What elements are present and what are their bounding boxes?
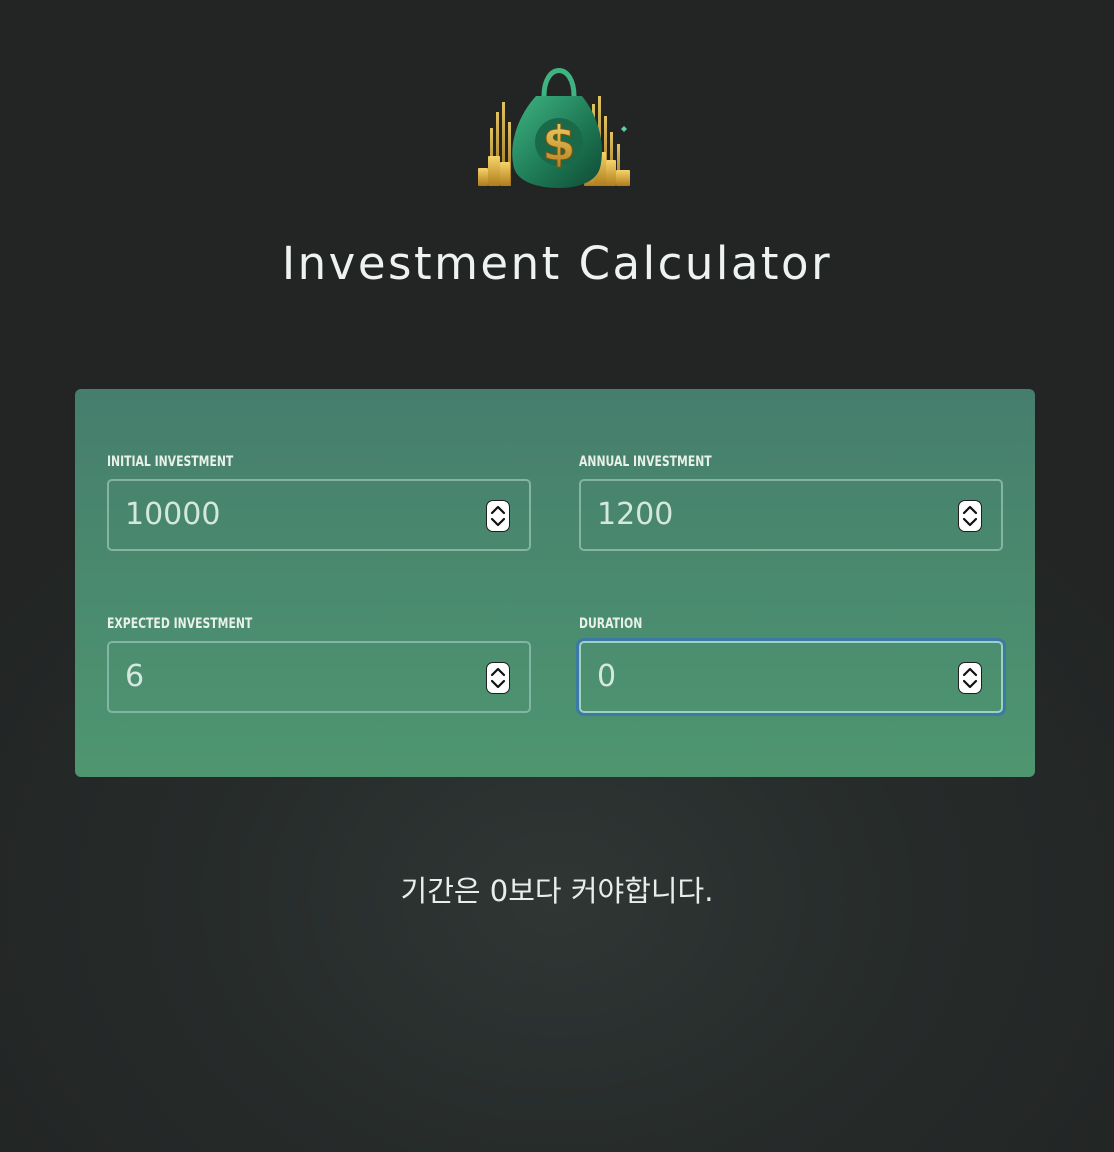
expected-return-value[interactable]: 6 bbox=[125, 643, 144, 711]
stepper-down-icon[interactable] bbox=[962, 679, 978, 689]
duration-input[interactable]: 0 bbox=[579, 641, 1003, 713]
stepper-up-icon[interactable] bbox=[962, 667, 978, 677]
annual-investment-label: ANNUAL INVESTMENT bbox=[579, 454, 712, 470]
stepper-up-icon[interactable] bbox=[490, 505, 506, 515]
number-stepper[interactable] bbox=[486, 662, 510, 694]
annual-investment-value[interactable]: 1200 bbox=[597, 481, 673, 549]
stepper-down-icon[interactable] bbox=[962, 517, 978, 527]
page-header: $ Investment Calculator bbox=[0, 0, 1114, 330]
stepper-up-icon[interactable] bbox=[962, 505, 978, 515]
stepper-down-icon[interactable] bbox=[490, 679, 506, 689]
initial-investment-input[interactable]: 10000 bbox=[107, 479, 531, 551]
validation-message: 기간은 0보다 커야합니다. bbox=[400, 874, 714, 908]
initial-investment-value[interactable]: 10000 bbox=[125, 481, 220, 549]
expected-return-label: EXPECTED INVESTMENT bbox=[107, 616, 253, 632]
initial-investment-group: INITIAL INVESTMENT 10000 bbox=[107, 453, 531, 551]
initial-investment-label: INITIAL INVESTMENT bbox=[107, 454, 234, 470]
page-title: Investment Calculator bbox=[281, 237, 833, 290]
svg-text:$: $ bbox=[542, 116, 575, 172]
number-stepper[interactable] bbox=[958, 500, 982, 532]
duration-label: DURATION bbox=[579, 616, 643, 632]
expected-return-group: EXPECTED INVESTMENT 6 bbox=[107, 615, 531, 713]
annual-investment-input[interactable]: 1200 bbox=[579, 479, 1003, 551]
stepper-down-icon[interactable] bbox=[490, 517, 506, 527]
number-stepper[interactable] bbox=[486, 500, 510, 532]
number-stepper[interactable] bbox=[958, 662, 982, 694]
money-bag-icon: $ bbox=[478, 68, 630, 188]
annual-investment-group: ANNUAL INVESTMENT 1200 bbox=[579, 453, 1003, 551]
duration-value[interactable]: 0 bbox=[597, 643, 616, 711]
duration-group: DURATION 0 bbox=[579, 615, 1003, 713]
stepper-up-icon[interactable] bbox=[490, 667, 506, 677]
expected-return-input[interactable]: 6 bbox=[107, 641, 531, 713]
input-panel: INITIAL INVESTMENT 10000 ANNUAL INVESTME… bbox=[75, 389, 1035, 777]
